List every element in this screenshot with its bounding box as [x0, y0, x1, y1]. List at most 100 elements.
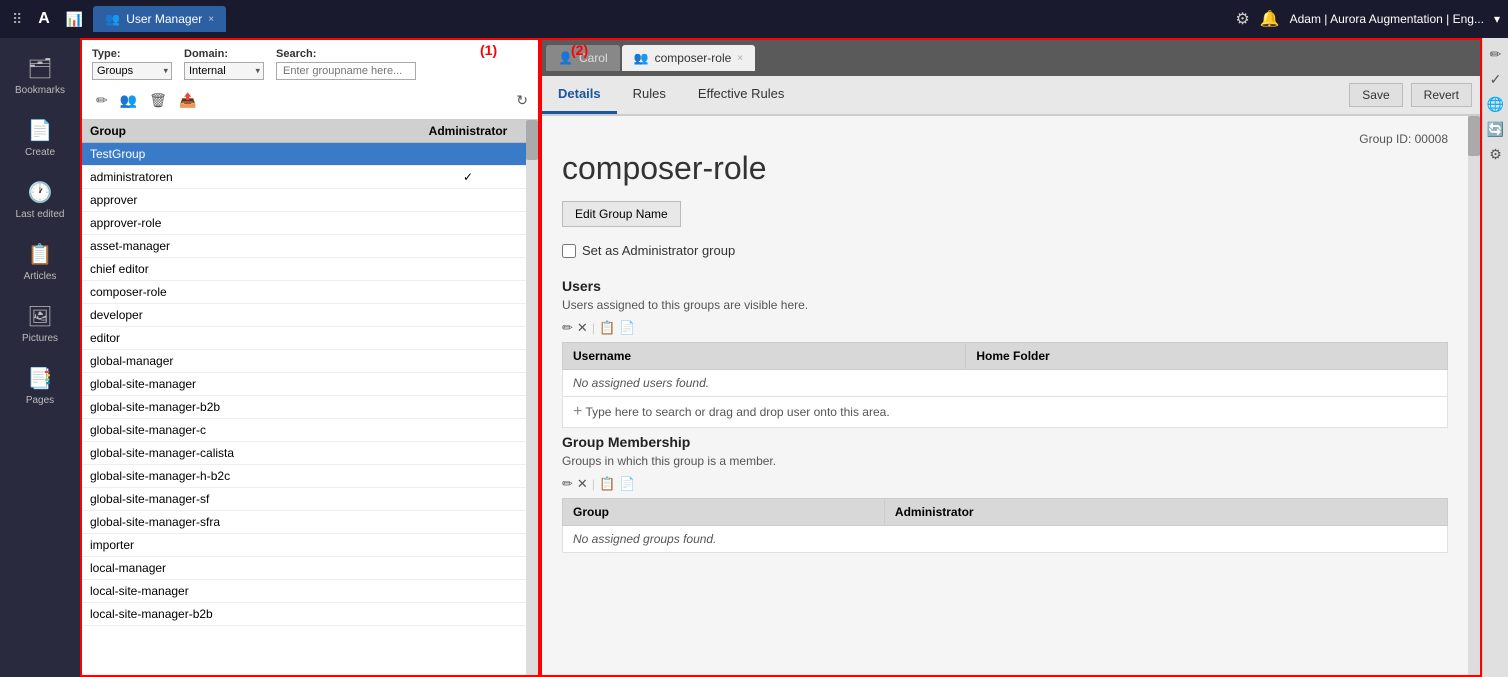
users-toolbar-sep: |	[592, 321, 595, 335]
group-row[interactable]: local-manager	[82, 557, 526, 580]
group-row[interactable]: importer	[82, 534, 526, 557]
type-select[interactable]: Groups	[92, 62, 172, 80]
group-name: asset-manager	[90, 239, 418, 253]
group-name: TestGroup	[90, 147, 418, 161]
sidebar-item-pages-label: Pages	[26, 395, 54, 406]
detail-panel: 👤 Carol 👥 composer-role × Details Rules …	[540, 38, 1482, 677]
users-copy-button[interactable]: 📋	[599, 320, 615, 336]
group-row[interactable]: chief editor	[82, 258, 526, 281]
create-icon: 📄	[28, 118, 53, 143]
admin-checkbox[interactable]	[562, 244, 576, 258]
users-delete-button[interactable]: ✕	[577, 320, 588, 336]
group-admin-check: ✓	[418, 170, 518, 184]
group-row[interactable]: global-site-manager-b2b	[82, 396, 526, 419]
group-name-heading: composer-role	[562, 150, 1448, 187]
group-name: global-site-manager-sfra	[90, 515, 418, 529]
group-row[interactable]: approver-role	[82, 212, 526, 235]
add-user-row[interactable]: + Type here to search or drag and drop u…	[563, 397, 1448, 428]
domain-select[interactable]: Internal	[184, 62, 264, 80]
group-row[interactable]: global-site-manager-c	[82, 419, 526, 442]
sidebar-item-bookmarks[interactable]: 🗂 Bookmarks	[0, 46, 80, 106]
group-row[interactable]: asset-manager	[82, 235, 526, 258]
domain-label: Domain:	[184, 48, 264, 60]
right-edge-refresh-icon[interactable]: 🔄	[1487, 121, 1504, 138]
sidebar-item-create[interactable]: 📄 Create	[0, 108, 80, 168]
users-edit-button[interactable]: ✏	[562, 320, 573, 336]
group-row[interactable]: global-site-manager-calista	[82, 442, 526, 465]
tab-effective-rules[interactable]: Effective Rules	[682, 76, 800, 114]
grid-icon[interactable]: ⠿	[8, 7, 26, 32]
users-mini-toolbar: ✏ ✕ | 📋 📄	[562, 320, 1448, 336]
sidebar-item-create-label: Create	[25, 147, 55, 158]
domain-filter: Domain: Internal	[184, 48, 264, 80]
group-row[interactable]: administratoren ✓	[82, 166, 526, 189]
sidebar-item-pictures[interactable]: 🖼 Pictures	[0, 294, 80, 354]
tab-details[interactable]: Details	[542, 76, 617, 114]
inner-tabs-bar: Details Rules Effective Rules Save Rever…	[542, 76, 1480, 116]
username-column-header: Username	[563, 343, 966, 370]
membership-edit-button[interactable]: ✏	[562, 476, 573, 492]
groups-panel: Type: Groups Domain: Internal	[80, 38, 540, 677]
group-name: chief editor	[90, 262, 418, 276]
group-name: global-site-manager	[90, 377, 418, 391]
group-name: local-site-manager-b2b	[90, 607, 418, 621]
no-users-text: No assigned users found.	[563, 370, 1448, 397]
sidebar-item-last-edited[interactable]: 🕐 Last edited	[0, 170, 80, 230]
right-edge-gear-icon[interactable]: ⚙	[1489, 146, 1502, 163]
detail-scrollbar[interactable]	[1468, 116, 1480, 675]
usermanager-tab-label: User Manager	[126, 12, 202, 26]
notifications-icon[interactable]: 🔔	[1260, 9, 1280, 29]
group-name: editor	[90, 331, 418, 345]
sidebar-item-articles[interactable]: 📋 Articles	[0, 232, 80, 292]
group-name: global-site-manager-c	[90, 423, 418, 437]
group-row[interactable]: approver	[82, 189, 526, 212]
search-input[interactable]	[276, 62, 416, 80]
group-row[interactable]: global-site-manager-h-b2c	[82, 465, 526, 488]
app-logo: A	[32, 10, 56, 28]
group-row[interactable]: local-site-manager	[82, 580, 526, 603]
right-edge-globe-icon[interactable]: 🌐	[1487, 96, 1504, 113]
edit-group-name-button[interactable]: Edit Group Name	[562, 201, 681, 227]
membership-paste-button[interactable]: 📄	[619, 476, 635, 492]
dashboard-icon[interactable]: 📊	[62, 7, 87, 32]
group-row[interactable]: composer-role	[82, 281, 526, 304]
groups-toolbar: ✏ 👥 🗑 📤 ↻	[92, 86, 528, 115]
membership-delete-button[interactable]: ✕	[577, 476, 588, 492]
add-users-button[interactable]: 👥	[116, 90, 141, 111]
sidebar-item-pages[interactable]: 📑 Pages	[0, 356, 80, 416]
groups-scrollbar[interactable]	[526, 120, 538, 675]
delete-group-button[interactable]: 🗑	[145, 90, 171, 111]
groups-table: Group Administrator TestGroup administra…	[82, 120, 526, 675]
export-button[interactable]: 📤	[175, 90, 200, 111]
group-row[interactable]: local-site-manager-b2b	[82, 603, 526, 626]
group-row[interactable]: global-site-manager-sf	[82, 488, 526, 511]
group-row[interactable]: editor	[82, 327, 526, 350]
pages-icon: 📑	[28, 366, 53, 391]
refresh-icon[interactable]: ↻	[516, 92, 528, 109]
right-edge-check-icon[interactable]: ✓	[1490, 71, 1502, 88]
group-row[interactable]: TestGroup	[82, 143, 526, 166]
tab-composer-role[interactable]: 👥 composer-role ×	[622, 45, 756, 71]
usermanager-tab[interactable]: 👥 User Manager ×	[93, 6, 226, 32]
group-row[interactable]: global-site-manager	[82, 373, 526, 396]
save-button[interactable]: Save	[1349, 83, 1402, 107]
settings-icon[interactable]: ⚙	[1235, 9, 1249, 29]
tab-rules[interactable]: Rules	[617, 76, 682, 114]
users-paste-button[interactable]: 📄	[619, 320, 635, 336]
group-row[interactable]: global-site-manager-sfra	[82, 511, 526, 534]
chevron-down-icon[interactable]: ▾	[1494, 12, 1500, 26]
group-membership-desc: Groups in which this group is a member.	[562, 454, 1448, 468]
revert-button[interactable]: Revert	[1411, 83, 1472, 107]
edit-group-button[interactable]: ✏	[92, 90, 112, 111]
users-section-desc: Users assigned to this groups are visibl…	[562, 298, 1448, 312]
admin-column-header: Administrator	[418, 124, 518, 138]
right-edge-edit-icon[interactable]: ✏	[1490, 46, 1502, 63]
admin-checkbox-row: Set as Administrator group	[562, 243, 1448, 258]
group-row[interactable]: developer	[82, 304, 526, 327]
usermanager-tab-close[interactable]: ×	[208, 14, 214, 25]
right-edge-panel: ✏ ✓ 🌐 🔄 ⚙	[1482, 38, 1508, 677]
composer-role-tab-close[interactable]: ×	[737, 53, 743, 64]
group-row[interactable]: global-manager	[82, 350, 526, 373]
membership-copy-button[interactable]: 📋	[599, 476, 615, 492]
group-column-header: Group	[563, 499, 885, 526]
